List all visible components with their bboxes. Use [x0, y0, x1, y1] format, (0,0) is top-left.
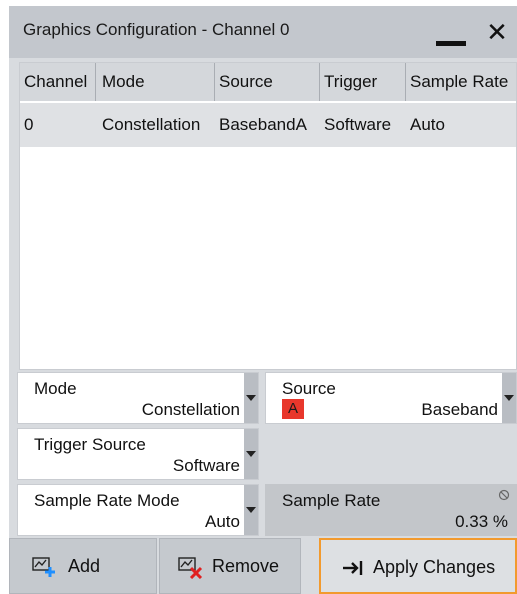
sample-rate-mode-value: Auto [205, 512, 240, 531]
apply-changes-button[interactable]: Apply Changes [319, 538, 517, 594]
chevron-down-icon[interactable] [244, 373, 258, 423]
cell-channel: 0 [24, 115, 34, 134]
title-bar: Graphics Configuration - Channel 0 ✕ [9, 6, 517, 58]
trigger-source-select[interactable]: Trigger Source Software [17, 428, 259, 480]
source-value: Baseband [421, 400, 498, 419]
chevron-down-icon[interactable] [244, 429, 258, 479]
table-header: Channel Mode Source Trigger Sample Rate [20, 63, 516, 101]
table-row[interactable]: 0 Constellation BasebandA Software Auto [20, 103, 516, 147]
apply-changes-label: Apply Changes [373, 557, 496, 577]
column-header-source[interactable]: Source [215, 63, 320, 101]
graphics-configuration-dialog: Graphics Configuration - Channel 0 ✕ Cha… [9, 6, 517, 594]
column-header-trigger[interactable]: Trigger [320, 63, 406, 101]
cell-source: BasebandA [219, 115, 307, 134]
cell-trigger: Software [324, 115, 392, 134]
source-label: Source [282, 379, 336, 398]
column-header-sample-rate[interactable]: Sample Rate [406, 63, 516, 101]
mode-label: Mode [34, 379, 77, 398]
trigger-source-value: Software [172, 456, 240, 475]
source-badge: A [282, 399, 304, 419]
chevron-down-icon[interactable] [502, 373, 516, 423]
mode-select[interactable]: Mode Constellation [17, 372, 259, 424]
sample-rate-label: Sample Rate [282, 491, 381, 510]
cell-mode: Constellation [102, 115, 201, 134]
dialog-title: Graphics Configuration - Channel 0 [23, 20, 290, 39]
remove-button-label: Remove [212, 556, 280, 576]
channel-table: Channel Mode Source Trigger Sample Rate … [19, 62, 517, 370]
close-icon[interactable]: ✕ [483, 16, 511, 48]
minimize-icon[interactable] [436, 24, 466, 46]
chevron-down-icon[interactable] [244, 485, 258, 535]
sample-rate-field: Sample Rate 0.33 % [265, 484, 517, 536]
cell-sample-rate: Auto [410, 115, 445, 134]
remove-button[interactable]: Remove [159, 538, 301, 594]
apply-arrow-icon [343, 561, 363, 575]
mode-value: Constellation [141, 400, 240, 419]
sample-rate-mode-select[interactable]: Sample Rate Mode Auto [17, 484, 259, 536]
sample-rate-value: 0.33 % [455, 512, 508, 531]
source-select[interactable]: Source A Baseband [265, 372, 517, 424]
remove-icon [178, 557, 203, 579]
add-icon [32, 557, 55, 577]
column-header-channel[interactable]: Channel [20, 63, 96, 101]
add-button[interactable]: Add [9, 538, 157, 594]
disabled-icon [498, 489, 510, 501]
add-button-label: Add [68, 556, 101, 576]
sample-rate-mode-label: Sample Rate Mode [34, 491, 180, 510]
column-header-mode[interactable]: Mode [96, 63, 215, 101]
trigger-source-label: Trigger Source [34, 435, 146, 454]
